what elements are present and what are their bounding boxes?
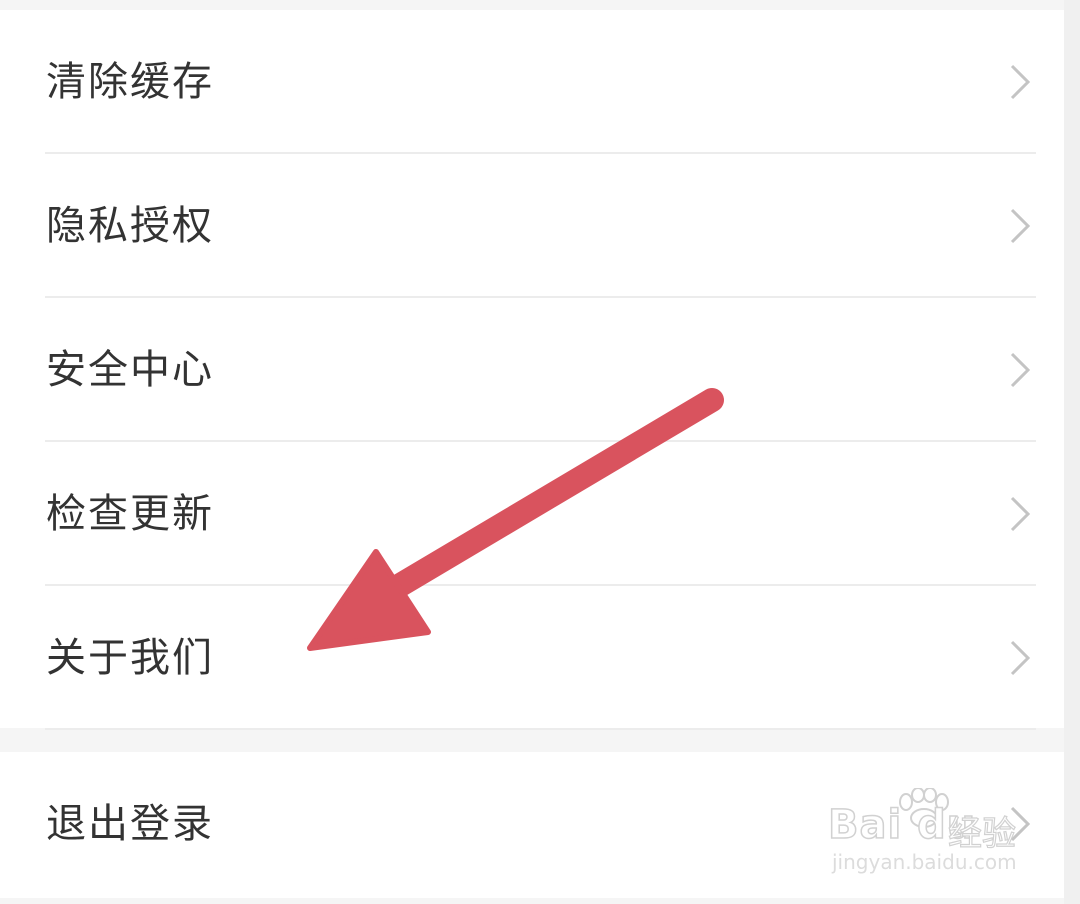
settings-item-label: 清除缓存 xyxy=(46,59,214,105)
settings-item-check-update[interactable]: 检查更新 xyxy=(0,442,1064,586)
settings-item-label: 安全中心 xyxy=(46,347,214,393)
chevron-right-icon xyxy=(1010,806,1031,842)
settings-item-security-center[interactable]: 安全中心 xyxy=(0,298,1064,442)
chevron-right-icon xyxy=(1010,496,1031,532)
chevron-right-icon xyxy=(1010,64,1031,100)
logout-group: 退出登录 xyxy=(0,752,1064,898)
settings-item-label: 检查更新 xyxy=(46,491,214,537)
settings-item-privacy[interactable]: 隐私授权 xyxy=(0,154,1064,298)
settings-item-about-us[interactable]: 关于我们 xyxy=(0,586,1064,730)
screen-edge xyxy=(1064,0,1080,904)
settings-screen: 清除缓存 隐私授权 安全中心 检查更新 关于我们 退出登录 Bai du 经验 … xyxy=(0,0,1080,904)
logout-item[interactable]: 退出登录 xyxy=(0,752,1064,896)
logout-label: 退出登录 xyxy=(46,801,214,847)
row-divider xyxy=(45,728,1036,730)
chevron-right-icon xyxy=(1010,208,1031,244)
settings-item-label: 隐私授权 xyxy=(46,203,214,249)
chevron-right-icon xyxy=(1010,640,1031,676)
chevron-right-icon xyxy=(1010,352,1031,388)
settings-item-clear-cache[interactable]: 清除缓存 xyxy=(0,10,1064,154)
settings-list: 清除缓存 隐私授权 安全中心 检查更新 关于我们 xyxy=(0,10,1064,730)
settings-item-label: 关于我们 xyxy=(46,635,214,681)
